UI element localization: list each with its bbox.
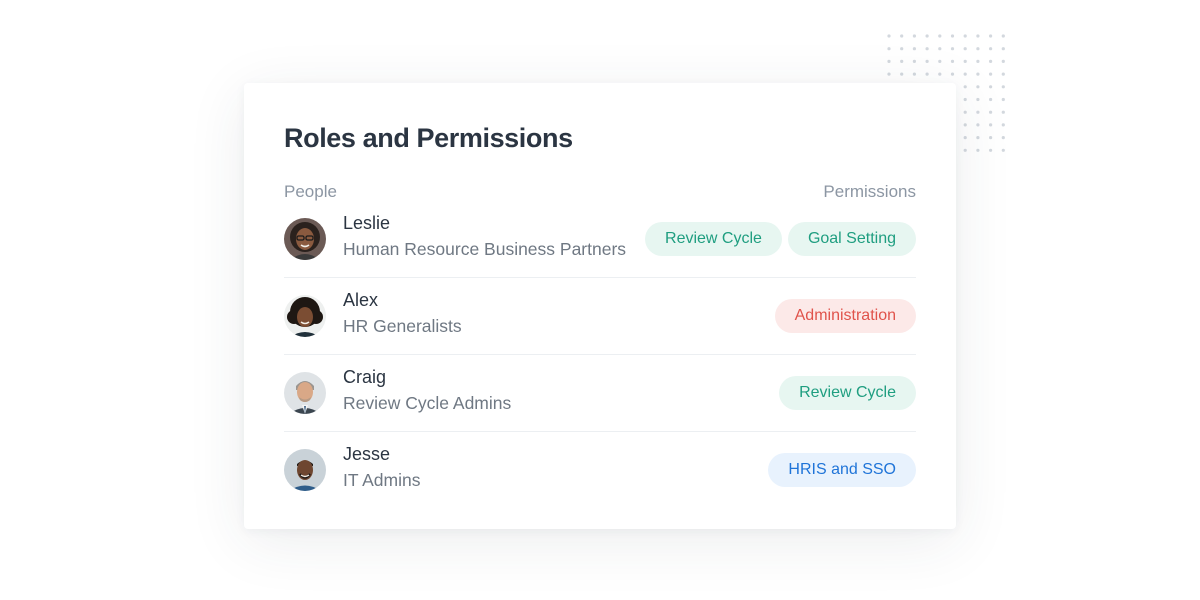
decorative-dot (887, 34, 891, 38)
decorative-dot (925, 72, 929, 76)
permission-badge-goal-setting[interactable]: Goal Setting (787, 222, 916, 256)
person-row-jesse[interactable]: Jesse IT Admins HRIS and SSO (284, 432, 916, 508)
decorative-dot (900, 59, 904, 63)
decorative-dot (900, 72, 904, 76)
decorative-dot (900, 34, 904, 38)
permission-badge-review-cycle[interactable]: Review Cycle (645, 222, 782, 256)
decorative-dot (989, 47, 993, 51)
decorative-dot (989, 110, 993, 114)
man-smiling-avatar-icon (284, 449, 326, 491)
decorative-dot (950, 59, 955, 63)
decorative-dot (963, 123, 967, 127)
decorative-dot (912, 34, 916, 38)
decorative-dot (887, 72, 891, 76)
column-header-permissions: Permissions (823, 182, 916, 201)
person-name: Jesse (343, 444, 391, 464)
decorative-dot (938, 47, 942, 51)
decorative-dot (950, 34, 955, 38)
man-suit-avatar-icon (284, 372, 326, 414)
decorative-dot (963, 47, 967, 51)
decorative-dot (1001, 110, 1005, 114)
decorative-dot (976, 110, 980, 114)
person-row-leslie[interactable]: Leslie Human Resource Business Partners … (284, 201, 916, 278)
decorative-dot (989, 59, 993, 63)
decorative-dot (976, 59, 980, 63)
decorative-dot (900, 47, 904, 51)
decorative-dot (976, 85, 980, 89)
permission-badges: Review Cycle (779, 376, 916, 410)
decorative-dot (976, 47, 980, 51)
permission-badge-review-cycle[interactable]: Review Cycle (779, 376, 916, 410)
decorative-dot (1001, 85, 1005, 89)
canvas: Roles and Permissions People Permissions… (0, 0, 1200, 600)
woman-curly-hair-avatar-icon (284, 295, 326, 337)
decorative-dot (963, 136, 967, 140)
decorative-dot (1001, 148, 1005, 152)
decorative-dot (1001, 47, 1005, 51)
card-title: Roles and Permissions (284, 123, 573, 153)
decorative-dot (976, 97, 980, 102)
decorative-dot (976, 136, 980, 140)
decorative-dot (976, 72, 980, 76)
decorative-dot (1001, 97, 1005, 102)
decorative-dot (963, 59, 967, 63)
person-role: Review Cycle Admins (343, 393, 512, 413)
decorative-dot (1001, 59, 1005, 63)
person-name: Leslie (343, 213, 391, 233)
decorative-dot (1001, 123, 1005, 127)
person-row-craig[interactable]: Craig Review Cycle Admins Review Cycle (284, 355, 916, 432)
avatar-alex (284, 295, 326, 337)
decorative-dot (989, 85, 993, 89)
roles-permissions-card: Roles and Permissions People Permissions… (244, 83, 956, 529)
column-header-people: People (284, 182, 337, 201)
decorative-dot (963, 97, 967, 102)
decorative-dot (1001, 136, 1005, 140)
decorative-dot (963, 85, 967, 89)
decorative-dot (976, 34, 980, 38)
decorative-dot (938, 34, 942, 38)
decorative-dot (938, 72, 942, 76)
decorative-dot (989, 123, 993, 127)
decorative-dot (976, 123, 980, 127)
decorative-dot (1001, 72, 1005, 76)
decorative-dot (963, 148, 967, 152)
decorative-dot (912, 47, 916, 51)
decorative-dot (989, 148, 993, 152)
person-role: IT Admins (343, 470, 421, 490)
decorative-dot (938, 59, 942, 63)
permission-badge-administration[interactable]: Administration (774, 299, 916, 333)
decorative-dot (887, 47, 891, 51)
permission-badges: Administration (774, 299, 916, 333)
decorative-dot (950, 72, 955, 76)
permission-badge-hris-sso[interactable]: HRIS and SSO (768, 453, 916, 487)
decorative-dot (963, 110, 967, 114)
person-role: Human Resource Business Partners (343, 239, 627, 259)
decorative-dot (976, 148, 980, 152)
decorative-dot (989, 72, 993, 76)
decorative-dot (950, 47, 955, 51)
decorative-dot (989, 136, 993, 140)
avatar-craig (284, 372, 326, 414)
decorative-dot (963, 72, 967, 76)
person-name: Craig (343, 367, 387, 387)
decorative-dot (989, 97, 993, 102)
permission-badges: Review Cycle Goal Setting (645, 222, 916, 256)
decorative-dot (925, 34, 929, 38)
decorative-dot (912, 59, 916, 63)
permission-badges: HRIS and SSO (768, 453, 916, 487)
decorative-dot (963, 34, 967, 38)
decorative-dot (925, 59, 929, 63)
person-name: Alex (343, 290, 379, 310)
person-role: HR Generalists (343, 316, 462, 336)
avatar-leslie (284, 218, 326, 260)
decorative-dot (925, 47, 929, 51)
person-row-alex[interactable]: Alex HR Generalists Administration (284, 278, 916, 355)
avatar-jesse (284, 449, 326, 491)
decorative-dot (1001, 34, 1005, 38)
decorative-dot (989, 34, 993, 38)
decorative-dot (887, 59, 891, 63)
woman-glasses-avatar-icon (284, 218, 326, 260)
decorative-dot (912, 72, 916, 76)
